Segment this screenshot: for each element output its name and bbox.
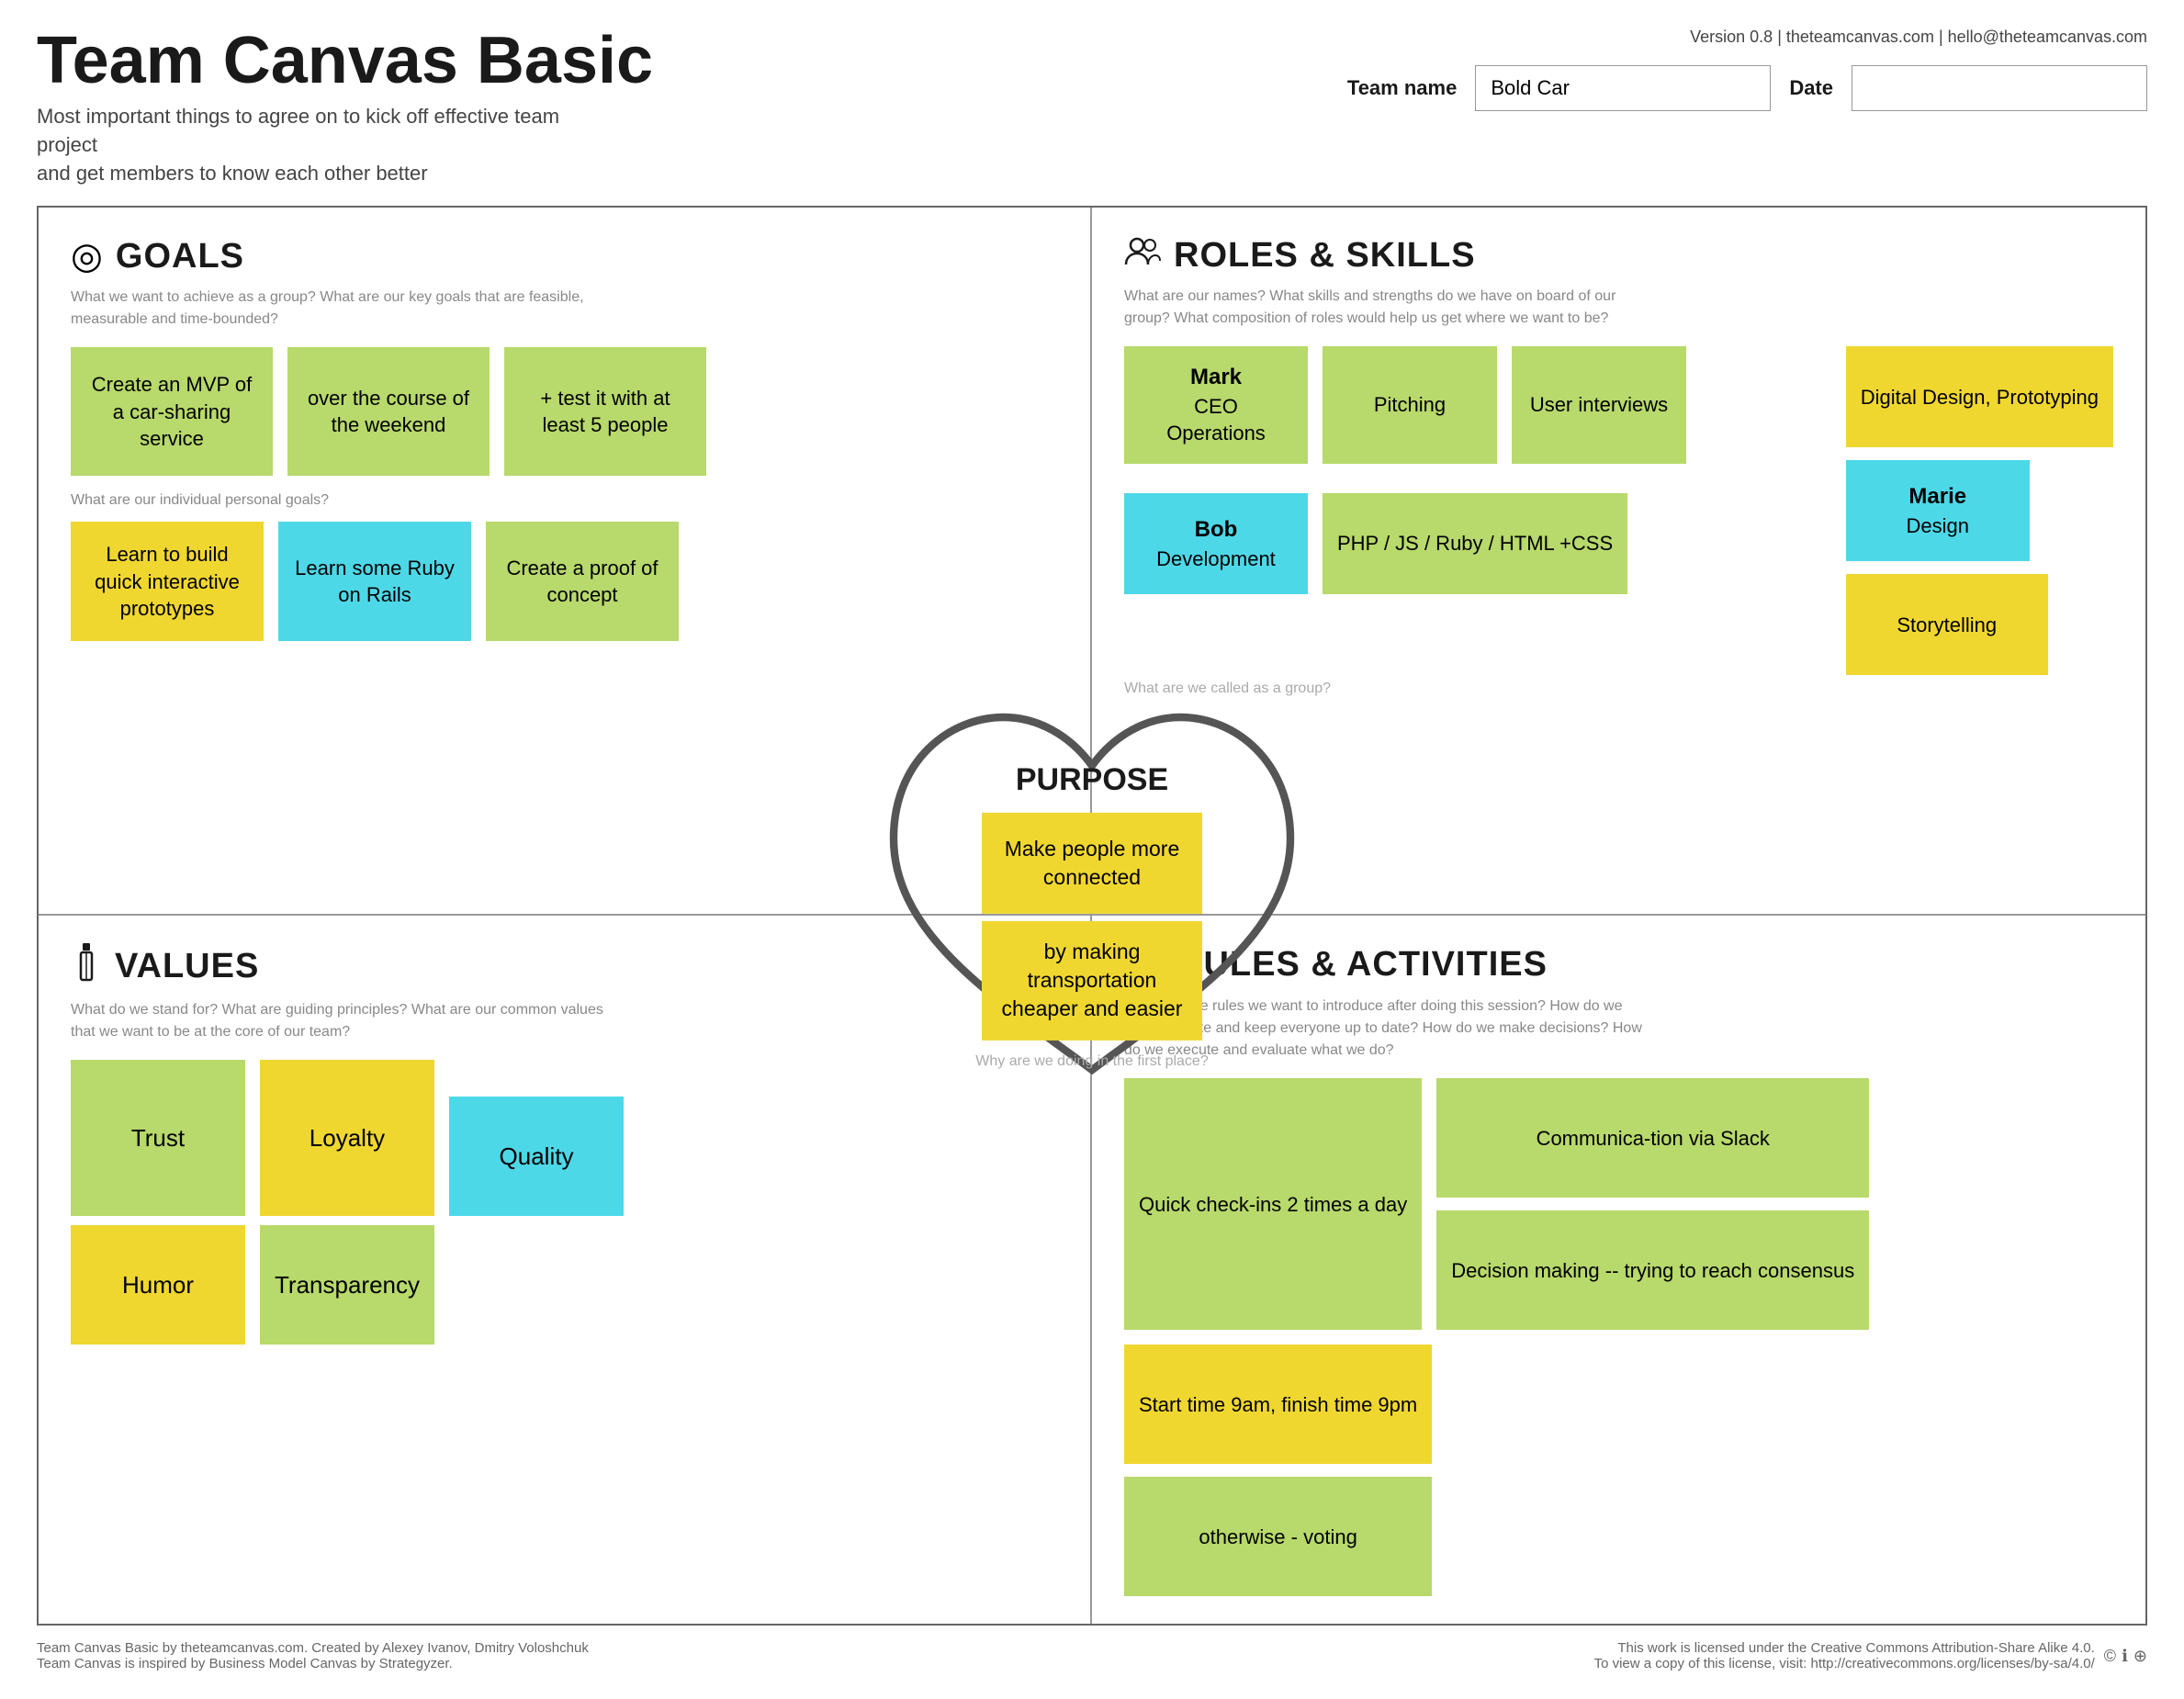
rule-checkins: Quick check-ins 2 times a day	[1124, 1078, 1422, 1330]
page-title: Team Canvas Basic	[37, 28, 653, 94]
cc-icon: ©	[2104, 1647, 2116, 1666]
values-icon	[71, 943, 102, 990]
rule-start-time: Start time 9am, finish time 9pm	[1124, 1345, 1432, 1464]
skill-storytelling: Storytelling	[1846, 574, 2048, 675]
rule-slack: Communica-tion via Slack	[1436, 1078, 1869, 1198]
skill-interviews: User interviews	[1512, 346, 1686, 464]
page-subtitle: Most important things to agree on to kic…	[37, 103, 588, 187]
section-values: VALUES What do we stand for? What are gu…	[39, 916, 1092, 1624]
roles-title-row: ROLES & SKILLS	[1124, 235, 2113, 276]
info-icon: ℹ	[2122, 1647, 2128, 1666]
roles-right-col: Digital Design, Prototyping MarieDesign …	[1846, 346, 2113, 675]
header-left: Team Canvas Basic Most important things …	[37, 28, 653, 187]
date-input[interactable]	[1852, 65, 2147, 111]
personal-goal-1: Learn some Ruby on Rails	[278, 522, 471, 641]
personal-goal-0: Learn to build quick interactive prototy…	[71, 522, 264, 641]
section-roles: ROLES & SKILLS What are our names? What …	[1092, 208, 2145, 916]
purpose-note-2: by making transportation cheaper and eas…	[982, 921, 1202, 1040]
header: Team Canvas Basic Most important things …	[37, 28, 2147, 187]
canvas-wrapper: PURPOSE Make people more connected by ma…	[37, 206, 2147, 1626]
footer-left: Team Canvas Basic by theteamcanvas.com. …	[37, 1640, 589, 1671]
skill-php: PHP / JS / Ruby / HTML +CSS	[1323, 493, 1627, 594]
rules-right-col: Start time 9am, finish time 9pm otherwis…	[1124, 1345, 1432, 1596]
section-goals: ◎ GOALS What we want to achieve as a gro…	[39, 208, 1092, 916]
rule-voting: otherwise - voting	[1124, 1477, 1432, 1596]
goals-title-row: ◎ GOALS	[71, 235, 1058, 277]
rule-decision: Decision making -- trying to reach conse…	[1436, 1210, 1869, 1330]
values-title: VALUES	[115, 947, 259, 986]
footer: Team Canvas Basic by theteamcanvas.com. …	[37, 1640, 2147, 1671]
goals-group-notes: Create an MVP of a car-sharing service o…	[71, 347, 1058, 476]
goals-title: GOALS	[116, 237, 244, 276]
version-info: Version 0.8 | theteamcanvas.com | hello@…	[1347, 28, 2147, 47]
header-right: Version 0.8 | theteamcanvas.com | hello@…	[1347, 28, 2147, 111]
value-quality: Quality	[449, 1097, 624, 1216]
roles-title: ROLES & SKILLS	[1174, 236, 1476, 276]
goals-personal-notes: Learn to build quick interactive prototy…	[71, 522, 1058, 641]
roles-people-row-2: BobDevelopment PHP / JS / Ruby / HTML +C…	[1124, 493, 1828, 594]
values-title-row: VALUES	[71, 943, 1058, 990]
person-mark: MarkCEO Operations	[1124, 346, 1308, 464]
footer-right-text: This work is licensed under the Creative…	[1594, 1640, 2095, 1671]
personal-goal-2: Create a proof of concept	[486, 522, 679, 641]
person-bob: BobDevelopment	[1124, 493, 1308, 594]
section-rules: RULES & ACTIVITIES What are the rules we…	[1092, 916, 2145, 1624]
value-loyalty: Loyalty	[260, 1060, 434, 1216]
skill-digital-design: Digital Design, Prototyping	[1846, 346, 2113, 447]
value-trust: Trust	[71, 1060, 245, 1216]
values-notes: Trust Loyalty Quality	[71, 1060, 1058, 1216]
goals-icon: ◎	[71, 235, 103, 277]
rules-title: RULES & ACTIVITIES	[1177, 945, 1548, 985]
team-name-input[interactable]	[1475, 65, 1771, 111]
goal-note-1: over the course of the weekend	[287, 347, 490, 476]
rules-title-row: RULES & ACTIVITIES	[1124, 943, 2113, 986]
purpose-why-label: Why are we doing in the first place?	[975, 1052, 1208, 1069]
page: Team Canvas Basic Most important things …	[0, 0, 2184, 1699]
goals-personal-label: What are our individual personal goals?	[71, 492, 1058, 509]
rules-notes: Quick check-ins 2 times a day Communica-…	[1124, 1078, 2113, 1596]
values-desc: What do we stand for? What are guiding p…	[71, 999, 603, 1043]
purpose-note-1: Make people more connected	[982, 813, 1202, 914]
value-humor: Humor	[71, 1225, 245, 1345]
roles-people-row-1: MarkCEO Operations Pitching User intervi…	[1124, 346, 1828, 464]
purpose-section: PURPOSE Make people more connected by ma…	[963, 762, 1221, 1069]
group-name-label: What are we called as a group?	[1124, 681, 2113, 697]
skill-pitching: Pitching	[1323, 346, 1497, 464]
footer-license-icons: © ℹ ⊕	[2104, 1647, 2147, 1666]
goal-note-2: + test it with at least 5 people	[504, 347, 706, 476]
goal-note-0: Create an MVP of a car-sharing service	[71, 347, 273, 476]
person-marie: MarieDesign	[1846, 460, 2030, 561]
footer-right: This work is licensed under the Creative…	[1594, 1640, 2147, 1671]
values-notes-2: Humor Transparency	[71, 1225, 1058, 1345]
roles-layout: MarkCEO Operations Pitching User intervi…	[1124, 346, 2113, 675]
rules-center-col: Communica-tion via Slack Decision making…	[1436, 1078, 1869, 1330]
team-date-row: Team name Date	[1347, 65, 2147, 111]
date-label: Date	[1789, 76, 1833, 100]
team-name-label: Team name	[1347, 76, 1457, 100]
share-icon: ⊕	[2133, 1647, 2147, 1666]
goals-desc: What we want to achieve as a group? What…	[71, 287, 603, 331]
roles-icon	[1124, 235, 1161, 276]
roles-people-col: MarkCEO Operations Pitching User intervi…	[1124, 346, 1828, 675]
purpose-title: PURPOSE	[1016, 762, 1168, 798]
value-transparency: Transparency	[260, 1225, 434, 1345]
roles-desc: What are our names? What skills and stre…	[1124, 286, 1657, 330]
